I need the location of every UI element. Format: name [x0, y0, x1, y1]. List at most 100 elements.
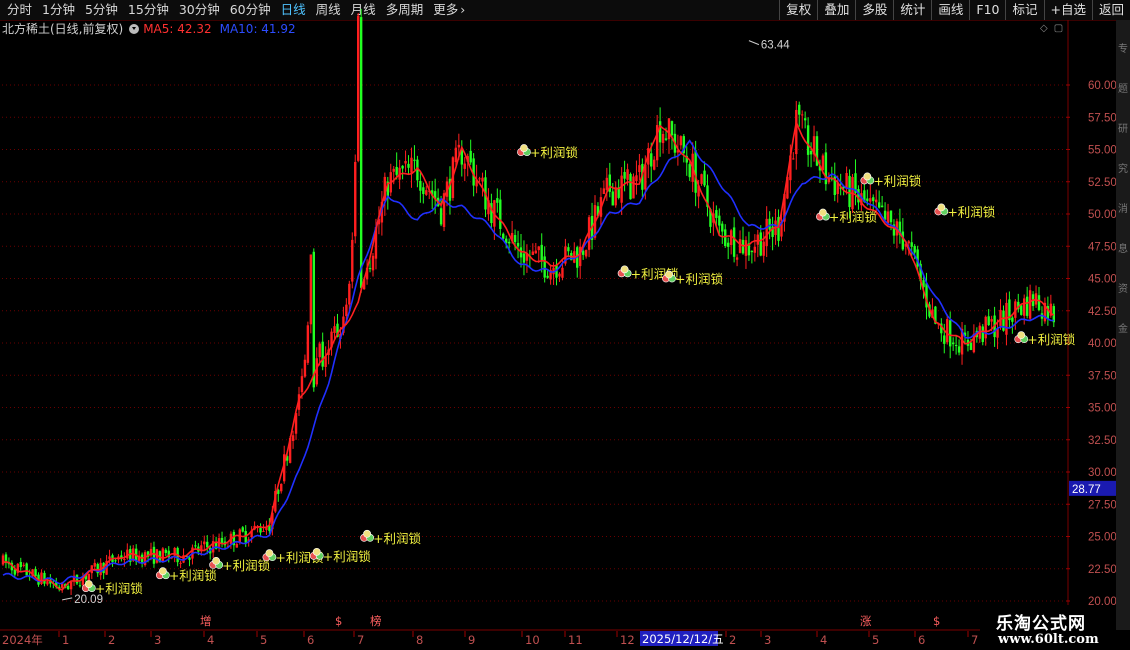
- candle-body: [75, 574, 79, 584]
- candle-body: [318, 343, 321, 358]
- signal-label: +利润锁: [675, 272, 723, 287]
- price-tick-label: 25.00: [1088, 532, 1116, 544]
- signal-dot-yellow: [819, 208, 827, 217]
- candle-body: [164, 549, 167, 553]
- candle-body: [768, 218, 771, 230]
- candle-body: [300, 376, 304, 393]
- candle-body: [661, 133, 665, 144]
- signal-label: +利润锁: [1027, 332, 1075, 347]
- side-strip-char: 究: [1118, 164, 1128, 175]
- candle-body: [306, 325, 310, 363]
- candle-body: [1011, 317, 1014, 322]
- candle-body: [866, 198, 869, 201]
- signal-label: +利润锁: [323, 549, 371, 564]
- candle-body: [478, 178, 481, 180]
- candle-body: [392, 168, 395, 172]
- candle-body: [762, 241, 765, 256]
- candle-body: [152, 546, 156, 564]
- candle-body: [715, 210, 718, 218]
- candle-body: [703, 170, 706, 186]
- candle-body: [1037, 295, 1041, 311]
- candle-body: [756, 234, 759, 245]
- event-marker: 榜: [370, 614, 382, 628]
- signal-dot-yellow: [212, 556, 221, 565]
- candle-body: [357, 15, 360, 161]
- signal-label: +利润锁: [530, 145, 578, 160]
- month-label: 12: [620, 633, 635, 647]
- candle-body: [34, 569, 37, 577]
- signal-label: +利润锁: [373, 531, 421, 546]
- candle-body: [1028, 290, 1032, 319]
- event-marker: 增: [200, 614, 212, 628]
- signal-dot-yellow: [312, 547, 321, 556]
- candle-body: [738, 239, 742, 253]
- price-tick-label: 40.00: [1088, 338, 1116, 350]
- event-marker: 涨: [860, 614, 872, 628]
- price-tick-label: 60.00: [1088, 80, 1116, 92]
- candle-body: [422, 187, 425, 195]
- low-price-label: 20.09: [74, 594, 103, 606]
- signal-dot-yellow: [158, 567, 167, 576]
- right-side-panel-strip[interactable]: 专题研究消息资金: [1116, 20, 1130, 630]
- price-tick-label: 37.50: [1088, 370, 1116, 382]
- candle-body: [653, 159, 656, 170]
- candle-body: [907, 241, 910, 244]
- candlestick-chart[interactable]: 60.00 57.50 55.00 52.50 50.00 47.50 45.00 42.50…: [0, 0, 1116, 650]
- ma10-line: [2, 139, 1054, 585]
- candle-body: [410, 157, 413, 173]
- candle-body: [809, 151, 813, 155]
- candle-body: [534, 250, 537, 254]
- candle-body: [203, 541, 206, 545]
- candle-body: [602, 188, 606, 195]
- signal-label: +利润锁: [169, 568, 217, 583]
- candle-body: [792, 158, 795, 160]
- candle-body: [194, 545, 197, 547]
- candle-body: [1025, 296, 1029, 316]
- watermark-title: 乐淘公式网: [996, 614, 1086, 634]
- candle-body: [513, 235, 517, 243]
- price-tick-label: 32.50: [1088, 435, 1116, 447]
- signal-dot-yellow: [363, 529, 371, 538]
- candle-body: [744, 240, 748, 256]
- candle-body: [949, 320, 952, 347]
- candle-body: [984, 316, 987, 339]
- candle-body: [670, 121, 674, 136]
- candle-body: [40, 572, 43, 584]
- candle-body: [694, 150, 697, 193]
- price-tick-label: 57.50: [1088, 112, 1116, 124]
- candle-body: [457, 144, 461, 148]
- candle-body: [946, 319, 949, 343]
- candle-body: [981, 326, 984, 343]
- candle-body: [869, 198, 872, 202]
- candle-body: [795, 109, 798, 155]
- candle-body: [806, 125, 810, 155]
- candle-body: [614, 187, 617, 206]
- candle-body: [943, 335, 946, 344]
- side-strip-char: 题: [1118, 84, 1128, 95]
- side-strip-char: 资: [1118, 284, 1128, 295]
- signal-dot-yellow: [937, 203, 946, 212]
- candle-body: [395, 166, 398, 175]
- candle-body: [999, 309, 1002, 326]
- candle-body: [883, 210, 887, 220]
- candle-body: [262, 530, 265, 532]
- candle-body: [78, 585, 82, 587]
- candle-body: [584, 249, 588, 257]
- candle-body: [635, 175, 638, 182]
- price-tick-label: 50.00: [1088, 209, 1116, 221]
- candle-body: [901, 231, 905, 250]
- signal-dot-yellow: [665, 270, 673, 279]
- candle-body: [910, 242, 913, 247]
- candle-body: [540, 244, 543, 261]
- price-tick-label: 27.50: [1088, 499, 1116, 511]
- candle-body: [407, 163, 410, 168]
- candle-body: [348, 283, 351, 305]
- candle-body: [280, 483, 283, 492]
- candle-body: [718, 215, 721, 226]
- candle-body: [821, 155, 825, 171]
- price-tick-label: 22.50: [1088, 564, 1116, 576]
- side-strip-char: 专: [1118, 44, 1128, 55]
- signal-label: +利润锁: [947, 204, 995, 219]
- month-label: 2: [108, 633, 115, 647]
- candle-body: [499, 199, 502, 229]
